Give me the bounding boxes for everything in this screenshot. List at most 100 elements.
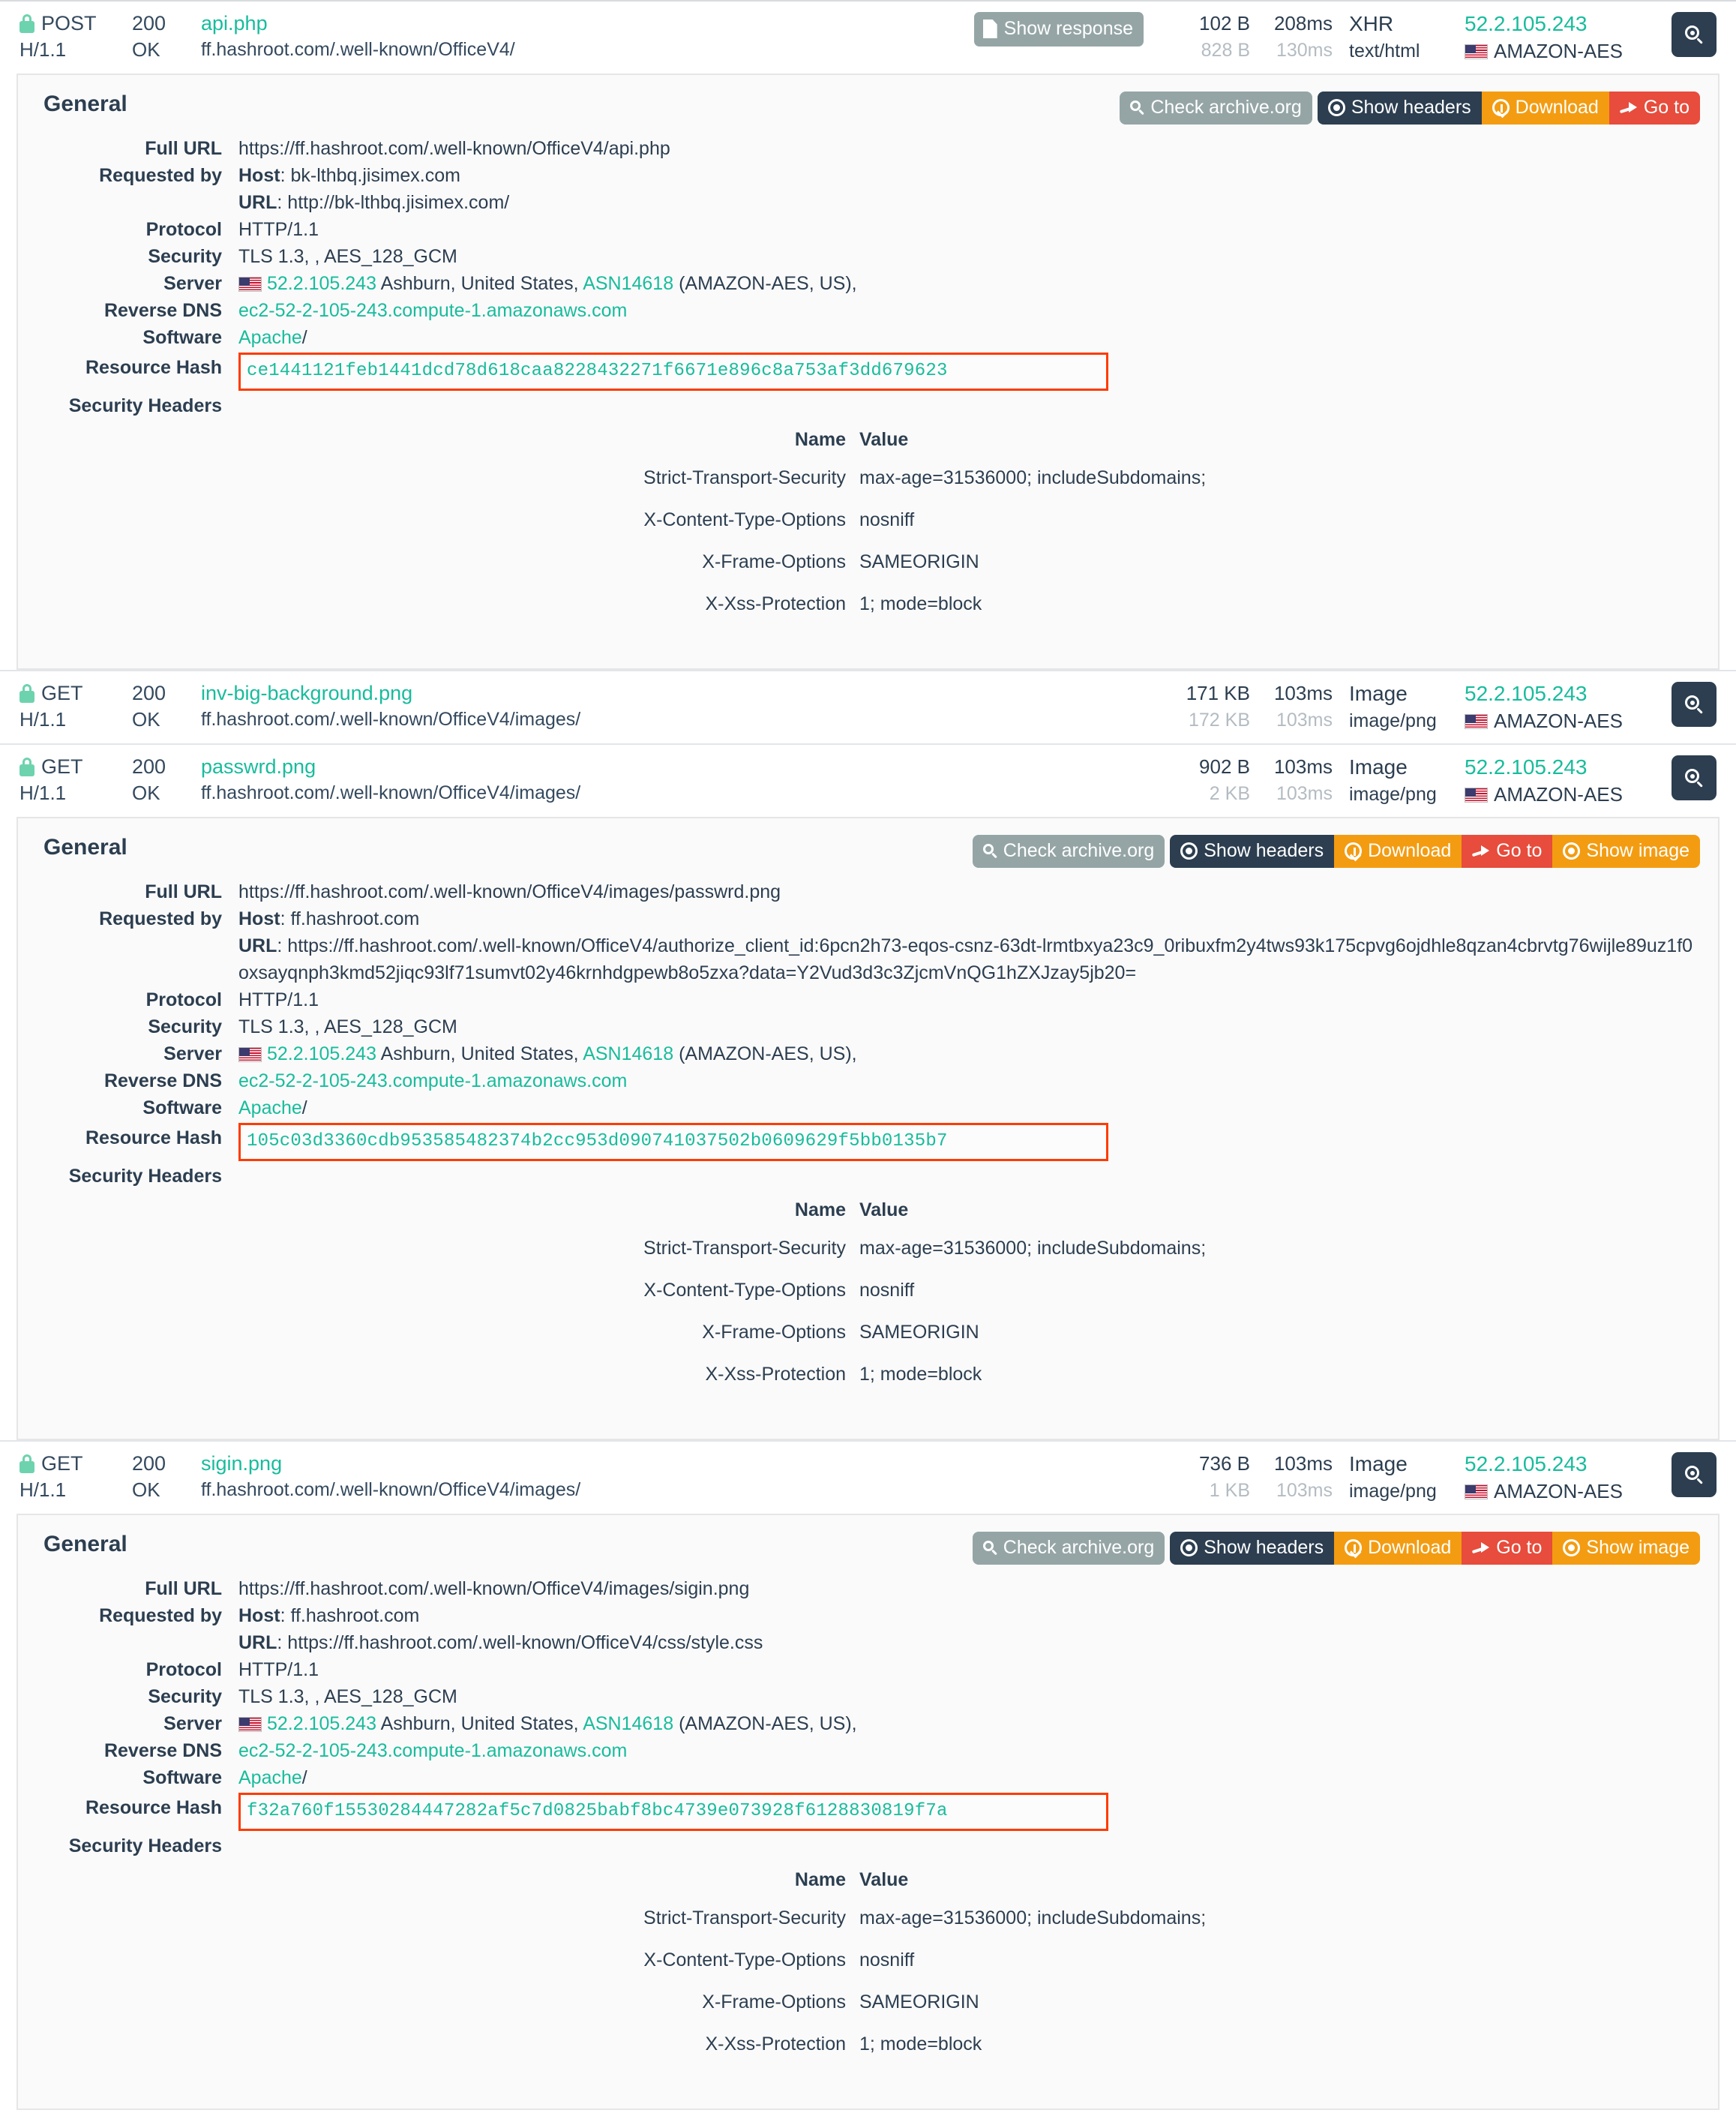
request-size-cell: 902 B 2 KB [1160, 755, 1250, 805]
value-reverse-dns[interactable]: ec2-52-2-105-243.compute-1.amazonaws.com [238, 1067, 1700, 1094]
eye-icon [1563, 842, 1581, 860]
request-row[interactable]: POST H/1.1 200 OK api.php ff.hashroot.co… [0, 0, 1736, 74]
software-link[interactable]: Apache [238, 1767, 302, 1788]
label-reverse-dns: Reverse DNS [103, 300, 222, 321]
server-ip-link[interactable]: 52.2.105.243 [1465, 755, 1648, 779]
label-reverse-dns: Reverse DNS [103, 1070, 222, 1091]
show-headers-button[interactable]: Show headers [1170, 1532, 1335, 1565]
size-primary: 102 B [1199, 12, 1250, 35]
security-header-name: Strict-Transport-Security [643, 1238, 846, 1259]
col-header-name: Name [794, 1869, 846, 1890]
value-protocol: HTTP/1.1 [238, 219, 319, 240]
security-header-name: X-Frame-Options [702, 551, 846, 572]
check-archive-button[interactable]: Check archive.org [972, 835, 1165, 868]
request-name-cell: api.php ff.hashroot.com/.well-known/Offi… [201, 12, 974, 61]
label-software: Software [142, 1097, 222, 1118]
security-header-value: SAMEORIGIN [859, 1991, 979, 2012]
request-filename-link[interactable]: api.php [201, 12, 974, 35]
request-row[interactable]: GET H/1.1 200 OK sigin.png ff.hashroot.c… [0, 1440, 1736, 1514]
goto-label: Go to [1496, 1537, 1543, 1558]
show-headers-label: Show headers [1204, 1537, 1324, 1558]
server-ip-link[interactable]: 52.2.105.243 [1465, 682, 1648, 706]
value-server: 52.2.105.243 Ashburn, United States, ASN… [238, 1040, 1700, 1067]
request-inspect-cell [1648, 12, 1717, 57]
inspect-button[interactable] [1672, 1452, 1717, 1497]
status-code: 200 [132, 1452, 166, 1475]
label-security: Security [148, 1686, 222, 1707]
value-full-url: https://ff.hashroot.com/.well-known/Offi… [238, 1578, 750, 1599]
show-image-button[interactable]: Show image [1552, 835, 1700, 868]
request-inspect-cell [1648, 755, 1717, 800]
security-header-name: X-Content-Type-Options [643, 1280, 846, 1301]
security-header-name: Strict-Transport-Security [643, 467, 846, 488]
request-filename-link[interactable]: sigin.png [201, 1452, 1160, 1475]
server-asn-link[interactable]: ASN14618 [583, 1713, 673, 1734]
size-secondary: 1 KB [1209, 1480, 1250, 1501]
url-prefix: URL [238, 1632, 277, 1653]
download-label: Download [1515, 97, 1599, 118]
download-icon [1345, 1539, 1363, 1556]
value-security-headers-spacer [238, 392, 1700, 419]
label-security-headers: Security Headers [68, 1166, 222, 1187]
security-header-value: max-age=31536000; includeSubdomains; [859, 467, 1207, 488]
size-primary: 736 B [1199, 1452, 1250, 1475]
time-secondary: 130ms [1276, 40, 1333, 61]
request-row[interactable]: GET H/1.1 200 OK inv-big-background.png … [0, 670, 1736, 743]
server-ip-link[interactable]: 52.2.105.243 [267, 1043, 376, 1064]
software-link[interactable]: Apache [238, 327, 302, 348]
request-detail-panel: General Check archive.org Show headers D… [16, 817, 1720, 1440]
download-icon [1345, 842, 1363, 860]
request-path: ff.hashroot.com/.well-known/OfficeV4/ [201, 39, 515, 60]
show-response-button[interactable]: Show response [973, 12, 1144, 47]
server-org: AMAZON-AES [1494, 710, 1623, 732]
server-asn-link[interactable]: ASN14618 [583, 273, 673, 294]
show-headers-button[interactable]: Show headers [1317, 92, 1482, 125]
value-reverse-dns[interactable]: ec2-52-2-105-243.compute-1.amazonaws.com [238, 1737, 1700, 1764]
request-filename-link[interactable]: inv-big-background.png [201, 682, 1160, 705]
check-archive-button[interactable]: Check archive.org [972, 1532, 1165, 1565]
http-version: H/1.1 [19, 38, 67, 61]
show-headers-button[interactable]: Show headers [1170, 835, 1335, 868]
server-ip-link[interactable]: 52.2.105.243 [267, 1713, 376, 1734]
type-secondary: image/png [1349, 710, 1437, 731]
value-security: TLS 1.3, , AES_128_GCM [238, 1686, 457, 1707]
request-ip-cell: 52.2.105.243 AMAZON-AES [1453, 682, 1648, 733]
panel-actions: Check archive.org Show headers Download … [36, 92, 1700, 125]
server-ip-link[interactable]: 52.2.105.243 [1465, 12, 1648, 36]
value-full-url: https://ff.hashroot.com/.well-known/Offi… [238, 881, 781, 902]
server-asn-link[interactable]: ASN14618 [583, 1043, 673, 1064]
download-button[interactable]: Download [1334, 1532, 1462, 1565]
show-image-label: Show image [1586, 1537, 1690, 1558]
inspect-button[interactable] [1672, 12, 1717, 57]
value-software: Apache/ [238, 1764, 1700, 1791]
value-reverse-dns[interactable]: ec2-52-2-105-243.compute-1.amazonaws.com [238, 297, 1700, 324]
inspect-button[interactable] [1672, 682, 1717, 727]
request-filename-link[interactable]: passwrd.png [201, 755, 1160, 779]
size-primary: 902 B [1199, 755, 1250, 778]
arrow-icon [1472, 844, 1490, 859]
panel-title: General [43, 835, 127, 860]
server-ip-link[interactable]: 52.2.105.243 [1465, 1452, 1648, 1476]
server-ip-link[interactable]: 52.2.105.243 [267, 273, 376, 294]
host-prefix: Host [238, 165, 280, 186]
time-secondary: 103ms [1276, 783, 1333, 804]
value-security: TLS 1.3, , AES_128_GCM [238, 246, 457, 267]
check-archive-button[interactable]: Check archive.org [1120, 92, 1312, 125]
inspect-button[interactable] [1672, 755, 1717, 800]
http-version: H/1.1 [19, 1478, 67, 1501]
request-row[interactable]: GET H/1.1 200 OK passwrd.png ff.hashroot… [0, 743, 1736, 817]
http-version: H/1.1 [19, 782, 67, 804]
show-image-button[interactable]: Show image [1552, 1532, 1700, 1565]
download-button[interactable]: Download [1334, 835, 1462, 868]
request-status-cell: 200 OK [132, 682, 201, 731]
requested-host: bk-lthbq.jisimex.com [290, 165, 460, 186]
value-requested-by-url: URL: https://ff.hashroot.com/.well-known… [238, 1632, 763, 1653]
goto-button[interactable]: Go to [1609, 92, 1700, 125]
goto-button[interactable]: Go to [1462, 1532, 1553, 1565]
software-link[interactable]: Apache [238, 1097, 302, 1118]
magnifier-icon [1685, 695, 1703, 715]
request-type-cell: XHR text/html [1333, 12, 1453, 62]
panel-bottom-pad [36, 1395, 1700, 1413]
download-button[interactable]: Download [1481, 92, 1609, 125]
goto-button[interactable]: Go to [1462, 835, 1553, 868]
